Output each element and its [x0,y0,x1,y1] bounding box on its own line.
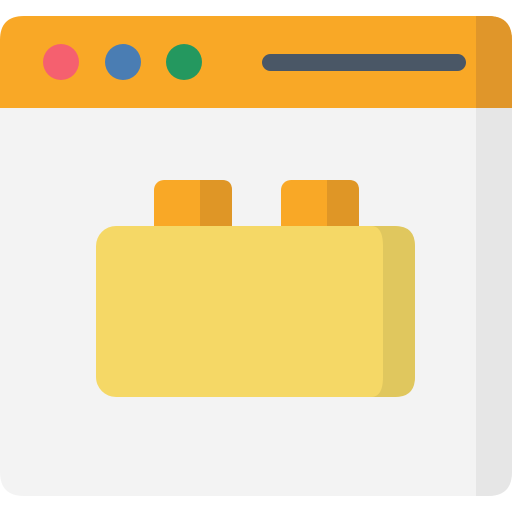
icon-canvas [0,0,512,512]
address-bar[interactable] [262,54,466,71]
browser-block-icon [0,16,512,496]
close-dot-icon[interactable] [43,44,79,80]
maximize-dot-icon[interactable] [166,44,202,80]
minimize-dot-icon[interactable] [105,44,141,80]
title-bar-shade [476,16,512,108]
block-body [96,226,415,397]
window-body-shade [476,108,512,496]
